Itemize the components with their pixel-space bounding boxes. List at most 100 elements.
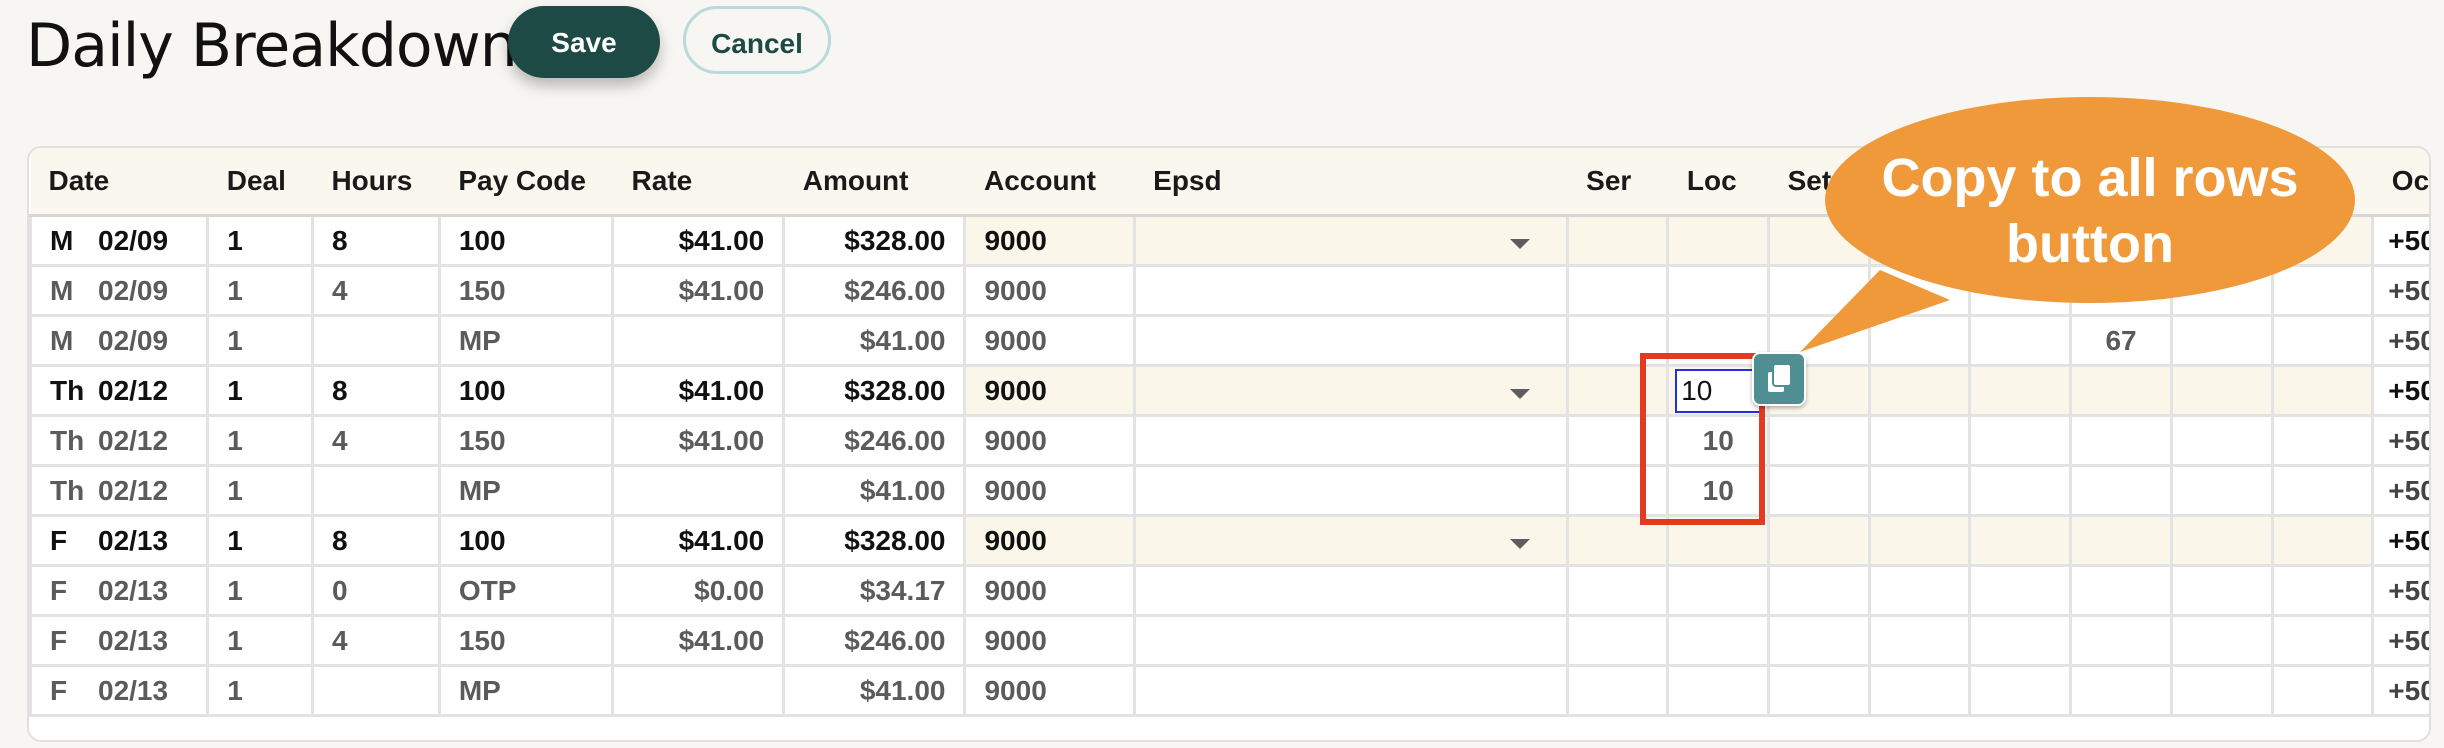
extra-cell[interactable] bbox=[2270, 514, 2375, 567]
extra-cell[interactable] bbox=[1867, 614, 1972, 667]
amount-cell[interactable]: $328.00 bbox=[782, 364, 967, 417]
date-cell[interactable]: Th 02/12 bbox=[29, 464, 210, 517]
paycode-cell[interactable]: 150 bbox=[437, 414, 615, 467]
extra-cell[interactable] bbox=[1968, 314, 2073, 367]
loc-input[interactable] bbox=[1675, 368, 1762, 413]
extra-cell[interactable] bbox=[2169, 664, 2274, 717]
paycode-cell[interactable]: 100 bbox=[437, 514, 615, 567]
hours-cell[interactable]: 8 bbox=[310, 364, 441, 417]
occ-cell[interactable]: +50 bbox=[2371, 664, 2429, 717]
extra-cell[interactable] bbox=[2069, 664, 2173, 717]
extra-cell[interactable] bbox=[2169, 464, 2274, 517]
amount-cell[interactable]: $328.00 bbox=[782, 214, 967, 267]
rate-cell[interactable] bbox=[611, 464, 786, 517]
extra-cell[interactable] bbox=[1968, 364, 2073, 417]
chevron-down-icon[interactable] bbox=[1509, 539, 1530, 549]
deal-cell[interactable]: 1 bbox=[206, 564, 314, 617]
occ-cell[interactable]: +50 bbox=[2371, 264, 2429, 317]
occ-cell[interactable]: +50 bbox=[2371, 414, 2429, 467]
extra-cell[interactable] bbox=[2169, 414, 2274, 467]
account-cell[interactable]: 9000 bbox=[963, 514, 1136, 567]
extra-cell[interactable] bbox=[2169, 314, 2274, 367]
extra-cell[interactable] bbox=[2270, 364, 2375, 417]
episode-select[interactable] bbox=[1132, 564, 1569, 617]
extra-cell[interactable] bbox=[1968, 614, 2073, 667]
ser-cell[interactable] bbox=[1565, 314, 1670, 367]
deal-cell[interactable]: 1 bbox=[206, 364, 314, 417]
set-cell[interactable] bbox=[1767, 614, 1871, 667]
extra-cell[interactable] bbox=[1968, 414, 2073, 467]
paycode-cell[interactable]: 150 bbox=[437, 264, 615, 317]
date-cell[interactable]: F 02/13 bbox=[29, 614, 210, 667]
paycode-cell[interactable]: MP bbox=[437, 314, 615, 367]
extra-cell[interactable] bbox=[1968, 464, 2073, 517]
paycode-cell[interactable]: MP bbox=[437, 464, 615, 517]
deal-cell[interactable]: 1 bbox=[206, 314, 314, 367]
rate-cell[interactable] bbox=[611, 664, 786, 717]
occ-cell[interactable]: +50 bbox=[2371, 214, 2429, 267]
loc-cell[interactable] bbox=[1666, 514, 1771, 567]
extra-cell[interactable] bbox=[2270, 314, 2375, 367]
date-cell[interactable]: M 02/09 bbox=[29, 264, 210, 317]
amount-cell[interactable]: $41.00 bbox=[782, 464, 967, 517]
column-header[interactable]: Amount bbox=[783, 148, 966, 217]
hours-cell[interactable] bbox=[310, 464, 441, 517]
rate-cell[interactable]: $41.00 bbox=[611, 264, 786, 317]
column-header[interactable]: Ser bbox=[1567, 148, 1669, 217]
amount-cell[interactable]: $328.00 bbox=[782, 514, 967, 567]
ser-cell[interactable] bbox=[1565, 264, 1670, 317]
deal-cell[interactable]: 1 bbox=[206, 514, 314, 567]
loc-cell[interactable] bbox=[1666, 564, 1771, 617]
set-cell[interactable] bbox=[1767, 414, 1871, 467]
episode-select[interactable] bbox=[1132, 514, 1569, 567]
extra-cell[interactable] bbox=[1867, 314, 1972, 367]
loc-cell[interactable] bbox=[1666, 614, 1771, 667]
column-header[interactable]: Pay Code bbox=[439, 148, 614, 217]
account-cell[interactable]: 9000 bbox=[963, 364, 1136, 417]
episode-select[interactable] bbox=[1132, 414, 1569, 467]
paycode-cell[interactable]: 100 bbox=[437, 214, 615, 267]
rate-cell[interactable]: $41.00 bbox=[611, 214, 786, 267]
account-cell[interactable]: 9000 bbox=[963, 464, 1136, 517]
hours-cell[interactable]: 8 bbox=[310, 514, 441, 567]
column-header[interactable]: Epsd bbox=[1134, 148, 1353, 217]
amount-cell[interactable]: $41.00 bbox=[782, 314, 967, 367]
ser-cell[interactable] bbox=[1565, 214, 1670, 267]
set-cell[interactable] bbox=[1767, 464, 1871, 517]
column-header[interactable]: Rate bbox=[612, 148, 785, 217]
episode-select[interactable] bbox=[1132, 614, 1569, 667]
extra-cell[interactable] bbox=[2270, 414, 2375, 467]
extra-cell[interactable] bbox=[2169, 514, 2274, 567]
episode-select[interactable] bbox=[1132, 364, 1569, 417]
column-header[interactable]: Deal bbox=[207, 148, 314, 217]
extra-cell[interactable] bbox=[2069, 364, 2173, 417]
amount-cell[interactable]: $34.17 bbox=[782, 564, 967, 617]
deal-cell[interactable]: 1 bbox=[206, 614, 314, 667]
date-cell[interactable]: Th 02/12 bbox=[29, 364, 210, 417]
rate-cell[interactable]: $41.00 bbox=[611, 364, 786, 417]
hours-cell[interactable] bbox=[310, 314, 441, 367]
hours-cell[interactable]: 4 bbox=[310, 414, 441, 467]
chevron-down-icon[interactable] bbox=[1509, 239, 1530, 249]
extra-cell[interactable] bbox=[1867, 514, 1972, 567]
extra-cell[interactable] bbox=[1867, 564, 1972, 617]
date-cell[interactable]: F 02/13 bbox=[29, 564, 210, 617]
cancel-button[interactable]: Cancel bbox=[683, 6, 831, 74]
extra-cell[interactable] bbox=[2270, 464, 2375, 517]
account-cell[interactable]: 9000 bbox=[963, 314, 1136, 367]
account-cell[interactable]: 9000 bbox=[963, 214, 1136, 267]
episode-select[interactable] bbox=[1132, 464, 1569, 517]
episode-select[interactable] bbox=[1132, 664, 1569, 717]
deal-cell[interactable]: 1 bbox=[206, 464, 314, 517]
extra-cell[interactable] bbox=[1867, 664, 1972, 717]
extra-cell[interactable] bbox=[2169, 564, 2274, 617]
loc-cell[interactable] bbox=[1666, 264, 1771, 317]
extra-cell[interactable] bbox=[1867, 414, 1972, 467]
amount-cell[interactable]: $246.00 bbox=[782, 264, 967, 317]
account-cell[interactable]: 9000 bbox=[963, 614, 1136, 667]
extra-cell[interactable] bbox=[2169, 614, 2274, 667]
extra-cell[interactable] bbox=[1968, 514, 2073, 567]
ser-cell[interactable] bbox=[1565, 414, 1670, 467]
account-cell[interactable]: 9000 bbox=[963, 264, 1136, 317]
date-cell[interactable]: Th 02/12 bbox=[29, 414, 210, 467]
